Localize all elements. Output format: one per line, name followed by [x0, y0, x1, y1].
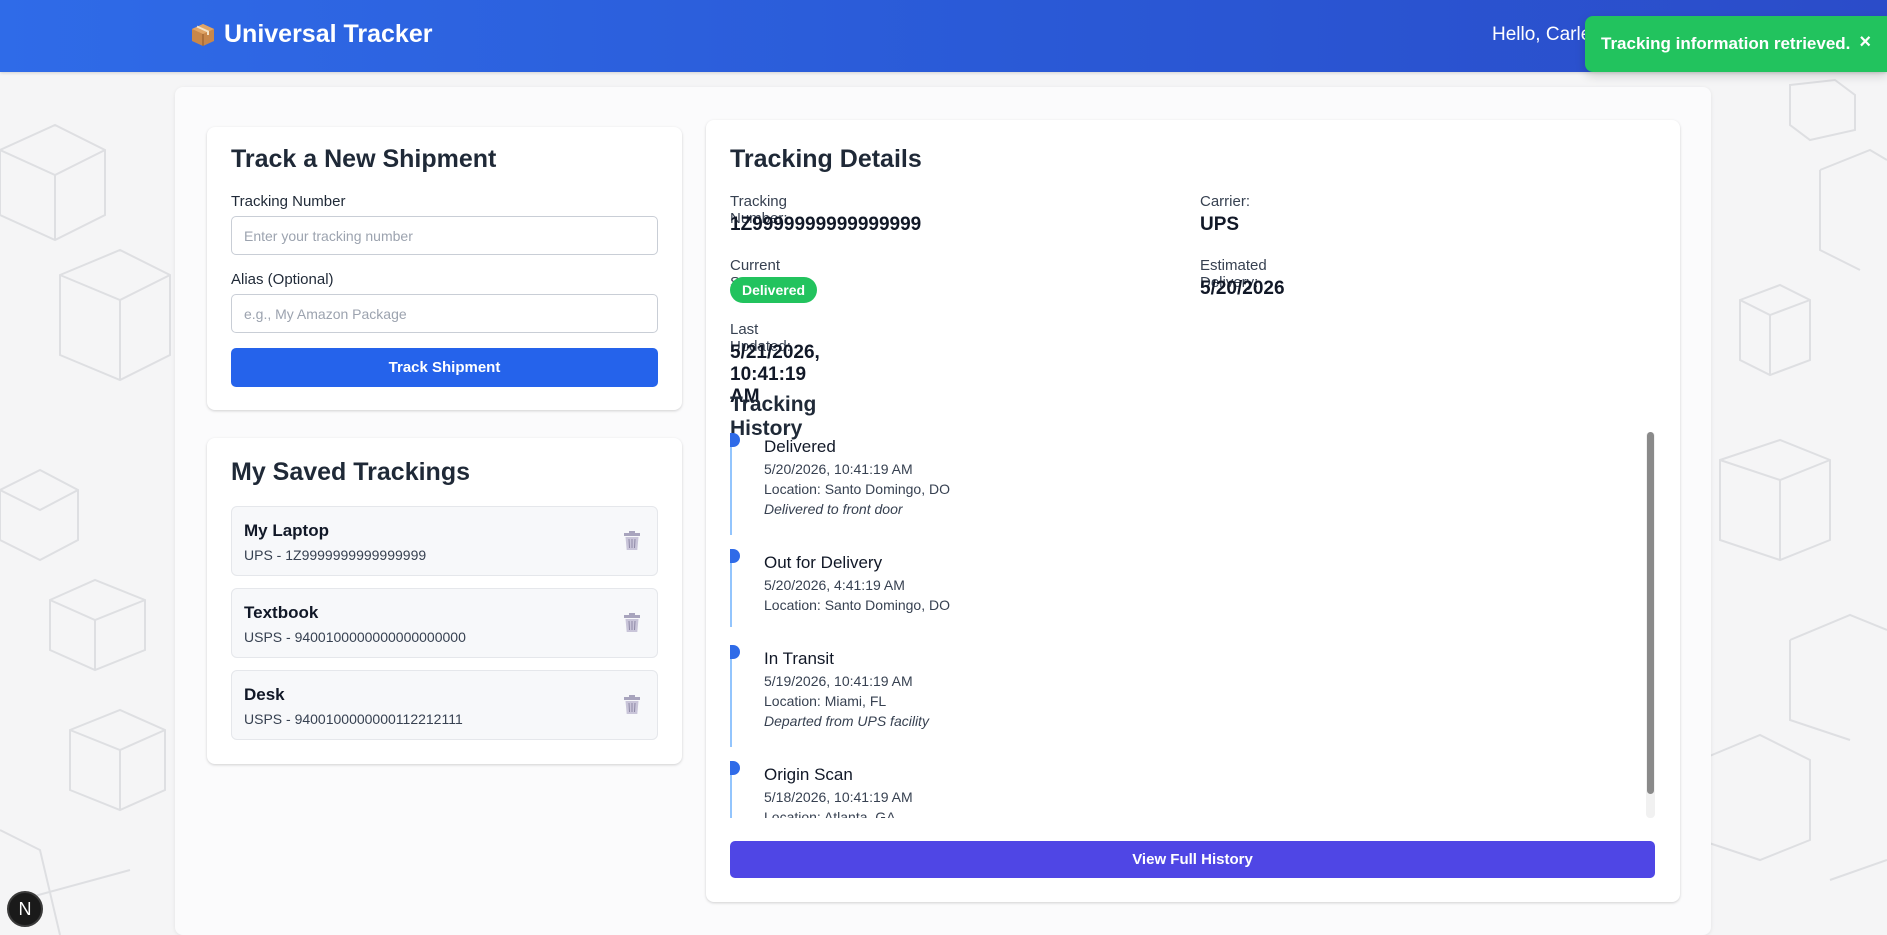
- history-event: Delivered 5/20/2026, 10:41:19 AM Locatio…: [730, 433, 1610, 535]
- history-time: 5/19/2026, 10:41:19 AM: [764, 673, 913, 689]
- history-note: Departed from UPS facility: [764, 713, 929, 729]
- saved-tracking-item[interactable]: Textbook USPS - 9400100000000000000000: [231, 588, 658, 658]
- timeline-dot-icon: [730, 645, 740, 659]
- track-shipment-button[interactable]: Track Shipment: [231, 348, 658, 387]
- saved-item-alias: Textbook: [244, 603, 319, 622]
- saved-trackings-title: My Saved Trackings: [231, 458, 471, 486]
- history-location: Location: Atlanta, GA: [764, 809, 896, 818]
- saved-item-alias: My Laptop: [244, 521, 329, 540]
- history-status: Delivered: [764, 437, 836, 456]
- saved-item-detail: USPS - 9400100000000000000000: [244, 629, 466, 645]
- brand[interactable]: Universal Tracker: [190, 20, 432, 49]
- dev-tools-badge[interactable]: N: [7, 891, 43, 927]
- trash-icon[interactable]: [623, 695, 641, 715]
- track-shipment-card: Track a New Shipment Tracking Number Ali…: [207, 127, 682, 410]
- alias-label: Alias (Optional): [231, 271, 334, 288]
- history-location: Location: Miami, FL: [764, 693, 887, 709]
- saved-item-detail: UPS - 1Z9999999999999999: [244, 547, 427, 563]
- history-location: Location: Santo Domingo, DO: [764, 481, 950, 497]
- history-note: Delivered to front door: [764, 501, 903, 517]
- carrier-label: Carrier:: [1200, 193, 1251, 210]
- tracking-details-title: Tracking Details: [730, 145, 922, 173]
- timeline-dot-icon: [730, 549, 740, 563]
- user-greeting: Hello, Carle: [1492, 24, 1592, 45]
- timeline-dot-icon: [730, 433, 740, 447]
- package-icon: [192, 23, 214, 46]
- tracking-number-value: 1Z9999999999999999: [730, 214, 922, 235]
- estimated-delivery-value: 5/20/2026: [1200, 278, 1285, 299]
- saved-item-alias: Desk: [244, 685, 285, 704]
- success-toast: Tracking information retrieved. ×: [1585, 16, 1887, 72]
- history-time: 5/20/2026, 4:41:19 AM: [764, 577, 905, 593]
- carrier-value: UPS: [1200, 214, 1240, 235]
- trash-icon[interactable]: [623, 531, 641, 551]
- history-event: In Transit 5/19/2026, 10:41:19 AM Locati…: [730, 645, 1610, 747]
- tracking-history-list[interactable]: Delivered 5/20/2026, 10:41:19 AM Locatio…: [730, 430, 1655, 818]
- history-event: Out for Delivery 5/20/2026, 4:41:19 AM L…: [730, 549, 1610, 627]
- saved-item-detail: USPS - 9400100000000112212111: [244, 711, 463, 727]
- history-location: Location: Santo Domingo, DO: [764, 597, 950, 613]
- tracking-number-input[interactable]: [231, 216, 658, 255]
- history-time: 5/20/2026, 10:41:19 AM: [764, 461, 913, 477]
- tracking-number-label: Tracking Number: [231, 193, 346, 210]
- history-status: In Transit: [764, 649, 834, 668]
- alias-input[interactable]: [231, 294, 658, 333]
- trash-icon[interactable]: [623, 613, 641, 633]
- track-form-title: Track a New Shipment: [231, 145, 497, 173]
- history-status: Origin Scan: [764, 765, 853, 784]
- timeline-line: [730, 433, 732, 535]
- status-badge: Delivered: [730, 277, 818, 303]
- history-scrollbar-thumb[interactable]: [1647, 432, 1654, 794]
- history-time: 5/18/2026, 10:41:19 AM: [764, 789, 913, 805]
- toast-message: Tracking information retrieved.: [1601, 34, 1851, 53]
- history-event: Origin Scan 5/18/2026, 10:41:19 AM Locat…: [730, 761, 1610, 818]
- timeline-line: [730, 645, 732, 747]
- saved-trackings-card: My Saved Trackings My Laptop UPS - 1Z999…: [207, 438, 682, 764]
- saved-tracking-item[interactable]: Desk USPS - 9400100000000112212111: [231, 670, 658, 740]
- history-status: Out for Delivery: [764, 553, 883, 572]
- timeline-dot-icon: [730, 761, 740, 775]
- view-full-history-button[interactable]: View Full History: [730, 841, 1655, 878]
- app-title: Universal Tracker: [224, 20, 433, 48]
- toast-close-button[interactable]: ×: [1859, 31, 1871, 54]
- saved-tracking-item[interactable]: My Laptop UPS - 1Z9999999999999999: [231, 506, 658, 576]
